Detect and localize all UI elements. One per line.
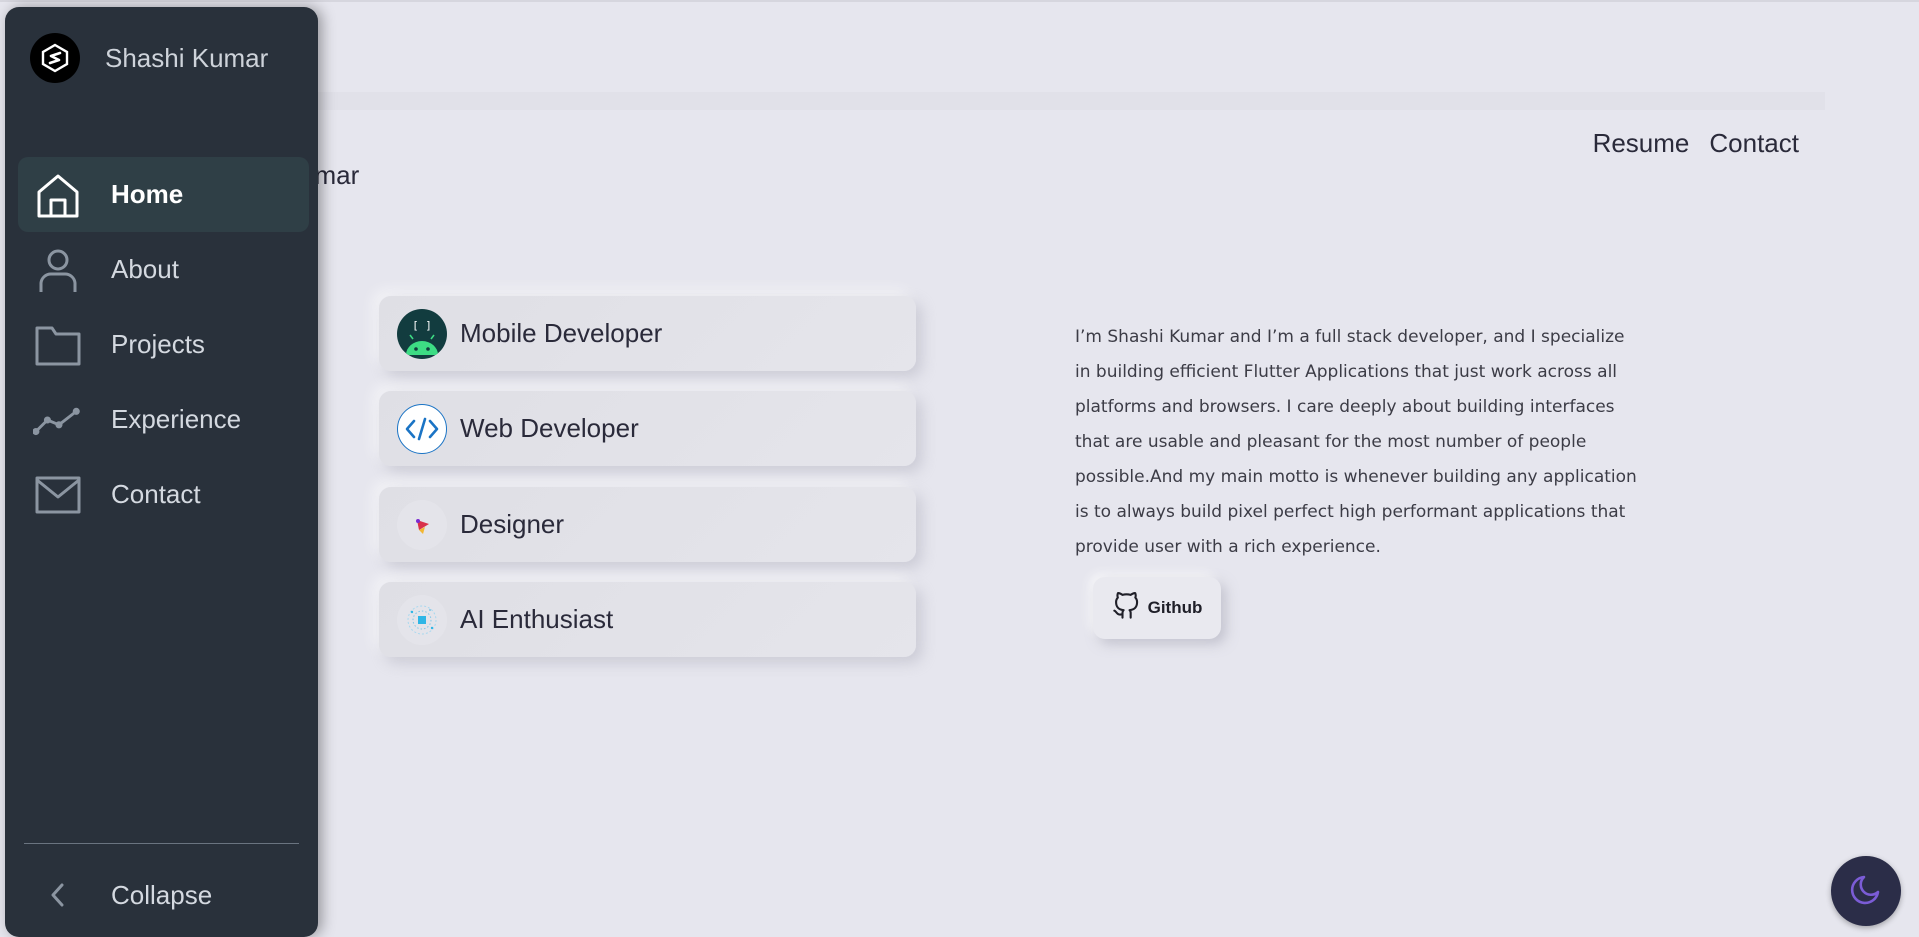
- role-card-mobile-developer: [ ] Mobile Developer: [379, 296, 916, 371]
- role-card-designer: Designer: [379, 487, 916, 562]
- top-nav: Resume Contact: [1593, 128, 1799, 159]
- sidebar-item-label: Experience: [111, 404, 242, 434]
- github-button[interactable]: Github: [1093, 577, 1221, 639]
- nav-link-resume[interactable]: Resume: [1593, 128, 1690, 159]
- user-icon: [33, 245, 83, 295]
- brand-logo-icon: [30, 33, 80, 83]
- sidebar-item-label: Contact: [111, 479, 201, 509]
- sidebar-item-projects[interactable]: Projects: [18, 307, 309, 382]
- folder-icon: [33, 320, 83, 370]
- designer-icon: [397, 499, 447, 550]
- android-icon: [ ]: [397, 308, 447, 359]
- brand[interactable]: Shashi Kumar: [30, 33, 268, 83]
- role-card-ai-enthusiast: AI Enthusiast: [379, 582, 916, 657]
- top-border: [0, 0, 1919, 2]
- sidebar-item-experience[interactable]: Experience: [18, 382, 309, 457]
- role-label: Designer: [460, 509, 565, 539]
- collapse-label: Collapse: [111, 879, 213, 910]
- chevron-left-icon: [33, 870, 83, 920]
- collapse-button[interactable]: Collapse: [18, 859, 309, 931]
- chart-line-icon: [33, 395, 83, 445]
- sidebar-divider: [24, 843, 299, 844]
- role-label: Mobile Developer: [460, 318, 663, 348]
- code-icon: [397, 403, 447, 454]
- sidebar-item-label: Home: [111, 179, 184, 209]
- sidebar: Shashi Kumar Home About Projects Experie…: [5, 7, 318, 937]
- bio-text: I’m Shashi Kumar and I’m a full stack de…: [1075, 327, 1637, 557]
- github-icon: [1112, 591, 1140, 625]
- sidebar-item-about[interactable]: About: [18, 232, 309, 307]
- role-label: AI Enthusiast: [460, 604, 614, 634]
- svg-text:[ ]: [ ]: [412, 319, 432, 332]
- header-bar: [240, 92, 1825, 110]
- sidebar-item-home[interactable]: Home: [18, 157, 309, 232]
- moon-icon: [1848, 871, 1884, 912]
- brand-name: Shashi Kumar: [105, 42, 269, 73]
- role-card-web-developer: Web Developer: [379, 391, 916, 466]
- sidebar-item-label: Projects: [111, 329, 205, 359]
- sidebar-item-label: About: [111, 254, 179, 284]
- ai-brain-icon: [397, 594, 447, 645]
- nav-link-contact[interactable]: Contact: [1709, 128, 1799, 159]
- mail-icon: [33, 470, 83, 520]
- sidebar-item-contact[interactable]: Contact: [18, 457, 309, 532]
- theme-toggle-button[interactable]: [1831, 856, 1901, 926]
- role-label: Web Developer: [460, 413, 639, 443]
- home-icon: [33, 170, 83, 220]
- github-label: Github: [1147, 598, 1203, 617]
